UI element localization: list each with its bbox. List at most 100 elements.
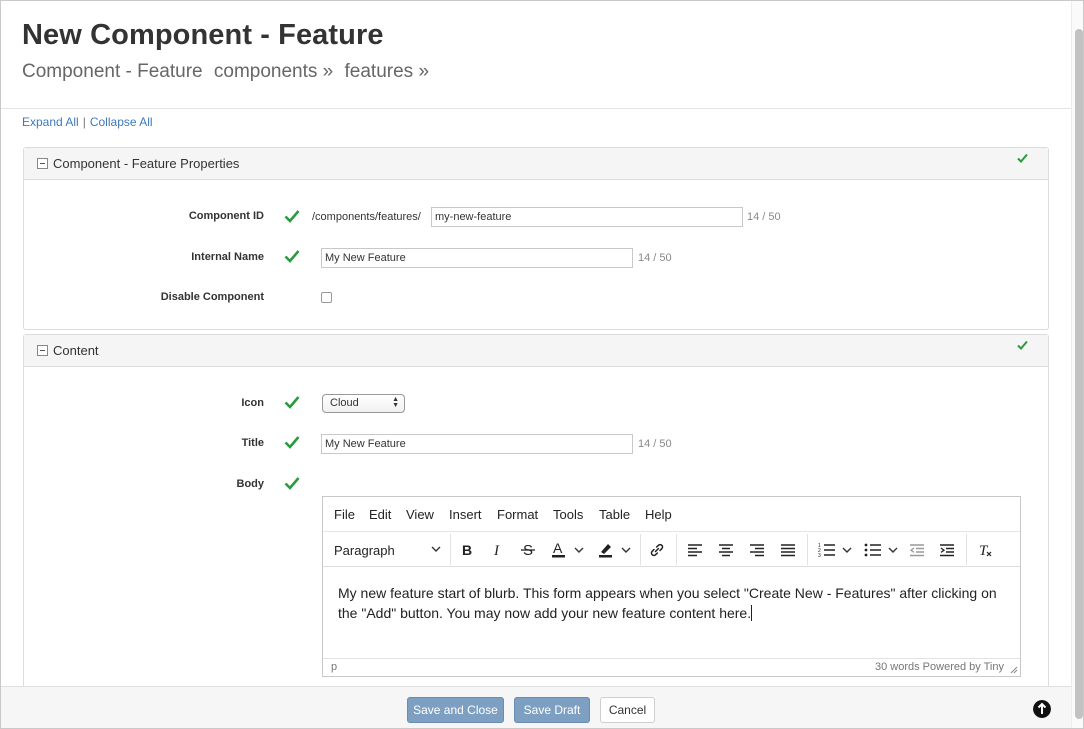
toolbar-divider [807, 534, 808, 565]
chevron-down-icon [574, 547, 584, 553]
menu-view[interactable]: View [406, 507, 434, 522]
editor-body-text: My new feature start of blurb. This form… [338, 585, 997, 621]
menu-insert[interactable]: Insert [449, 507, 482, 522]
bullet-list-button[interactable] [860, 540, 902, 560]
section-valid-check-icon [1017, 153, 1028, 163]
italic-button[interactable]: I [486, 540, 508, 560]
outdent-button[interactable] [906, 540, 928, 560]
expand-separator: | [82, 115, 86, 129]
page-header: New Component - Feature Component - Feat… [1, 1, 1071, 109]
resize-handle-icon[interactable] [1009, 665, 1018, 674]
scrollbar-thumb[interactable] [1075, 29, 1083, 719]
outdent-icon [909, 544, 924, 557]
title-input[interactable] [321, 434, 633, 454]
block-format-value: Paragraph [334, 542, 395, 558]
highlighter-icon [599, 544, 612, 558]
icon-select[interactable]: Cloud ▲ ▼ [322, 394, 405, 413]
chevron-down-icon [888, 547, 898, 553]
toolbar-divider [966, 534, 967, 565]
properties-section-title: Component - Feature Properties [53, 156, 240, 171]
align-right-icon [750, 544, 764, 557]
collapse-all-link[interactable]: Collapse All [90, 115, 153, 129]
text-color-button[interactable]: A [547, 540, 587, 560]
cancel-button[interactable]: Cancel [600, 697, 655, 723]
save-and-close-button[interactable]: Save and Close [407, 697, 504, 723]
link-button[interactable] [646, 540, 668, 560]
form-footer: Save and Close Save Draft Cancel [1, 686, 1071, 728]
indent-button[interactable] [936, 540, 958, 560]
breadcrumb-item-type[interactable]: Component - Feature [22, 61, 203, 82]
align-center-icon [719, 544, 733, 557]
menu-tools[interactable]: Tools [553, 507, 583, 522]
expand-all-link[interactable]: Expand All [22, 115, 79, 129]
text-color-icon: A [552, 541, 565, 558]
align-justify-icon [781, 544, 795, 557]
menu-file[interactable]: File [334, 507, 355, 522]
clear-formatting-button[interactable]: T [974, 540, 996, 560]
component-id-valid-check-icon [284, 210, 300, 223]
select-arrows-icon: ▲ ▼ [392, 396, 399, 409]
align-right-button[interactable] [746, 540, 768, 560]
menu-table[interactable]: Table [599, 507, 630, 522]
svg-text:3: 3 [818, 553, 821, 558]
strikethrough-button[interactable]: S [517, 540, 539, 560]
component-id-counter: 14 / 50 [747, 211, 781, 223]
title-label: Title [241, 437, 264, 449]
svg-text:I: I [493, 543, 500, 557]
menu-edit[interactable]: Edit [369, 507, 391, 522]
bold-button[interactable]: B [456, 540, 478, 560]
properties-section-header[interactable]: Component - Feature Properties [24, 148, 1048, 180]
content-section-header[interactable]: Content [24, 335, 1048, 367]
content-section-title: Content [53, 343, 99, 358]
collapse-toggle-icon[interactable] [37, 158, 48, 169]
align-left-button[interactable] [684, 540, 706, 560]
numbered-list-icon: 123 [818, 543, 835, 558]
save-draft-button[interactable]: Save Draft [514, 697, 590, 723]
chevron-down-icon [621, 547, 631, 553]
align-justify-button[interactable] [777, 540, 799, 560]
breadcrumb-item-features[interactable]: features » [345, 61, 430, 82]
internal-name-input[interactable] [321, 248, 633, 268]
collapse-toggle-icon[interactable] [37, 345, 48, 356]
internal-name-label: Internal Name [191, 251, 264, 263]
disable-component-label: Disable Component [160, 291, 264, 303]
editor-toolbar: Paragraph B I S A 1 2 3 T [323, 532, 1020, 567]
icon-label: Icon [241, 397, 264, 409]
scroll-to-top-icon[interactable] [1033, 700, 1051, 718]
expand-collapse-links: Expand All | Collapse All [22, 115, 153, 129]
menu-help[interactable]: Help [645, 507, 672, 522]
bold-icon: B [462, 543, 472, 557]
section-valid-check-icon [1017, 340, 1028, 350]
component-id-input[interactable] [431, 207, 743, 227]
page-title: New Component - Feature [22, 19, 384, 51]
italic-icon: I [493, 543, 500, 557]
indent-icon [940, 544, 954, 557]
svg-text:A: A [553, 541, 563, 556]
disable-component-checkbox[interactable] [321, 292, 332, 303]
toolbar-divider [450, 534, 451, 565]
menu-format[interactable]: Format [497, 507, 538, 522]
body-label: Body [236, 478, 265, 490]
component-id-label: Component ID [188, 210, 264, 222]
editor-menubar: File Edit View Insert Format Tools Table… [323, 497, 1020, 532]
breadcrumb: Component - Feature components » feature… [22, 61, 435, 83]
vertical-scrollbar[interactable] [1071, 1, 1083, 728]
block-format-dropdown[interactable]: Paragraph [327, 540, 445, 560]
chevron-down-icon [842, 547, 852, 553]
element-path[interactable]: p [331, 661, 337, 673]
highlight-color-button[interactable] [593, 540, 635, 560]
editor-statusbar: p 30 words Powered by Tiny [323, 658, 1020, 676]
breadcrumb-item-components[interactable]: components » [214, 61, 333, 82]
numbered-list-button[interactable]: 123 [814, 540, 856, 560]
toolbar-divider [676, 534, 677, 565]
internal-name-counter: 14 / 50 [638, 252, 672, 264]
component-id-prefix: /components/features/ [312, 211, 421, 223]
align-center-button[interactable] [715, 540, 737, 560]
svg-text:B: B [462, 543, 472, 557]
link-icon [650, 543, 664, 557]
rich-text-editor: File Edit View Insert Format Tools Table… [322, 496, 1021, 677]
editor-content-area[interactable]: My new feature start of blurb. This form… [338, 583, 998, 623]
icon-valid-check-icon [284, 396, 300, 409]
body-valid-check-icon [284, 477, 300, 490]
word-count: 30 words Powered by Tiny [874, 661, 1004, 673]
